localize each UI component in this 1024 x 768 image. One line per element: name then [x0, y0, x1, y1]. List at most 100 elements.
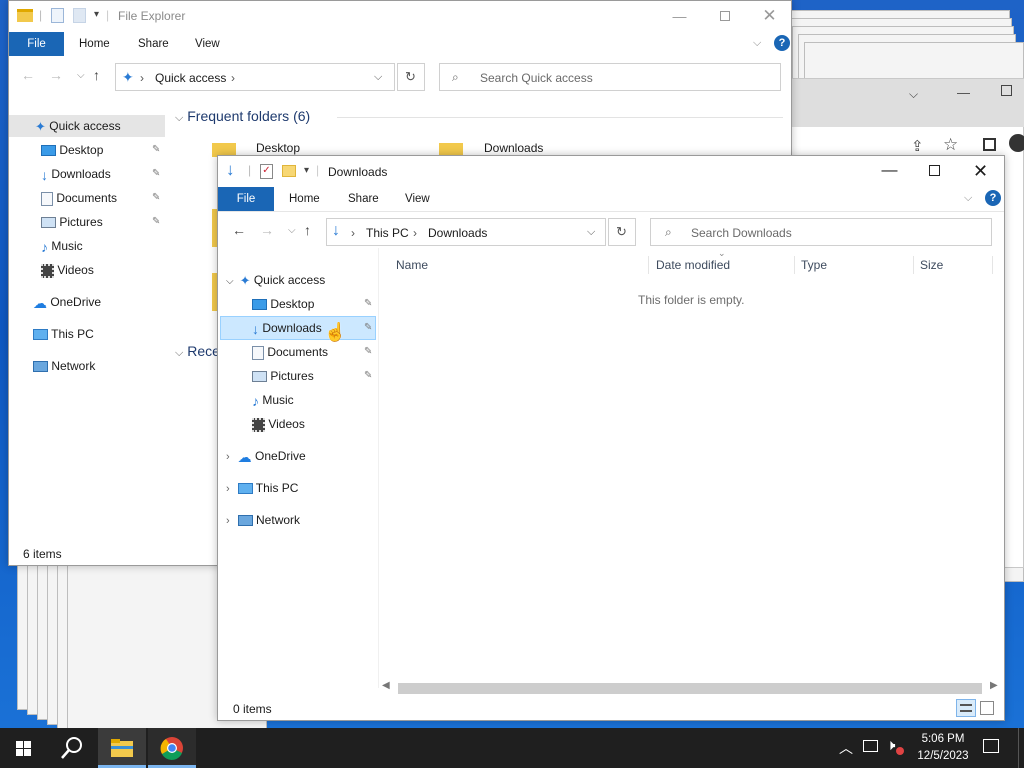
- pin-icon[interactable]: ✎: [364, 370, 372, 381]
- pin-icon[interactable]: ✎: [152, 192, 160, 203]
- chevron-down-icon[interactable]: ⌵: [226, 276, 234, 287]
- recent-locations-icon[interactable]: ⌵: [288, 225, 296, 236]
- maximize-button[interactable]: [912, 156, 957, 186]
- properties-icon[interactable]: ✓: [260, 164, 273, 179]
- pane-divider[interactable]: [378, 248, 379, 688]
- notification-center-icon[interactable]: [983, 739, 999, 753]
- tab-file[interactable]: File: [9, 32, 64, 56]
- tab-share[interactable]: Share: [336, 187, 391, 211]
- search-button[interactable]: [48, 728, 96, 768]
- up-arrow-icon[interactable]: ↑: [304, 222, 311, 238]
- horizontal-scrollbar[interactable]: ◀ ▶: [380, 680, 1002, 697]
- nav-item-downloads[interactable]: ↓ Downloads: [41, 163, 111, 185]
- scroll-left-icon[interactable]: ◀: [382, 680, 390, 691]
- scroll-right-icon[interactable]: ▶: [990, 680, 998, 691]
- nav-item-documents[interactable]: Documents: [41, 187, 117, 209]
- details-view-button[interactable]: [956, 699, 976, 717]
- nav-item-network[interactable]: Network: [33, 355, 95, 377]
- chevron-right-icon[interactable]: ›: [226, 483, 230, 495]
- minimize-button[interactable]: —: [657, 1, 702, 31]
- refresh-button[interactable]: ↻: [608, 218, 636, 246]
- column-divider[interactable]: [992, 256, 993, 274]
- nav-item-quick-access[interactable]: ⌵ ✦ Quick access: [226, 269, 325, 291]
- column-divider[interactable]: [913, 256, 914, 274]
- column-header-size[interactable]: Size: [920, 254, 943, 276]
- share-icon[interactable]: ⇪: [911, 137, 924, 155]
- quick-access-dropdown-icon[interactable]: ▾: [304, 165, 309, 176]
- frequent-folder-desktop[interactable]: Desktop: [256, 141, 300, 155]
- address-bar[interactable]: ↓ › This PC › Downloads ⌵: [326, 218, 606, 246]
- pin-icon[interactable]: ✎: [152, 144, 160, 155]
- back-arrow-icon[interactable]: ←: [232, 222, 246, 238]
- frequent-folder-downloads[interactable]: Downloads: [484, 141, 543, 155]
- minimize-button[interactable]: —: [867, 156, 912, 186]
- recent-files-header[interactable]: ⌵ Rece: [175, 343, 220, 360]
- show-desktop-button[interactable]: [1018, 728, 1024, 768]
- taskbar-file-explorer[interactable]: [98, 728, 146, 768]
- recent-locations-icon[interactable]: ⌵: [77, 70, 85, 81]
- quick-access-dropdown-icon[interactable]: ▾: [94, 9, 99, 20]
- nav-item-this-pc[interactable]: › This PC: [226, 477, 298, 499]
- chevron-down-icon[interactable]: ⌵: [909, 87, 918, 102]
- tab-view[interactable]: View: [393, 187, 442, 211]
- sidebar-icon[interactable]: [983, 138, 996, 151]
- close-button[interactable]: ✕: [958, 156, 1003, 186]
- address-dropdown-icon[interactable]: ⌵: [587, 226, 595, 239]
- help-icon[interactable]: ?: [774, 35, 790, 51]
- pin-icon[interactable]: ✎: [364, 346, 372, 357]
- frequent-folders-header[interactable]: ⌵ Frequent folders (6): [175, 108, 310, 125]
- pin-icon[interactable]: ✎: [152, 168, 160, 179]
- nav-item-videos[interactable]: Videos: [41, 259, 94, 281]
- maximize-icon[interactable]: [1001, 85, 1012, 96]
- nav-item-music[interactable]: ♪ Music: [252, 389, 294, 411]
- back-arrow-icon[interactable]: ←: [21, 67, 35, 83]
- close-button[interactable]: ✕: [747, 1, 792, 31]
- avatar[interactable]: [1009, 134, 1024, 152]
- tab-view[interactable]: View: [183, 32, 232, 56]
- nav-item-desktop[interactable]: Desktop: [41, 139, 103, 161]
- nav-item-this-pc[interactable]: This PC: [33, 323, 94, 345]
- ribbon-expand-icon[interactable]: ⌵: [753, 37, 761, 50]
- minimize-icon[interactable]: —: [957, 85, 970, 100]
- breadcrumb-this-pc[interactable]: This PC: [366, 226, 409, 240]
- breadcrumb-quick-access[interactable]: Quick access: [155, 71, 226, 85]
- network-status-icon[interactable]: [863, 740, 878, 752]
- tab-file[interactable]: File: [218, 187, 274, 211]
- properties-icon[interactable]: [51, 8, 64, 23]
- clock-time[interactable]: 5:06 PM: [913, 733, 973, 745]
- pin-icon[interactable]: ✎: [364, 298, 372, 309]
- forward-arrow-icon[interactable]: →: [260, 222, 274, 238]
- nav-item-quick-access[interactable]: ✦ Quick access: [35, 115, 121, 137]
- column-header-date-modified[interactable]: Date modified: [656, 254, 730, 276]
- nav-item-videos[interactable]: Videos: [252, 413, 305, 435]
- tab-share[interactable]: Share: [126, 32, 181, 56]
- star-bookmark-icon[interactable]: ☆: [943, 135, 958, 155]
- forward-arrow-icon[interactable]: →: [49, 67, 63, 83]
- tab-home[interactable]: Home: [67, 32, 122, 56]
- up-arrow-icon[interactable]: ↑: [93, 67, 100, 83]
- file-explorer-window-downloads[interactable]: ↓ | ✓ ▾ | Downloads — ✕ File Home Share …: [217, 155, 1005, 721]
- tab-home[interactable]: Home: [277, 187, 332, 211]
- nav-item-music[interactable]: ♪ Music: [41, 235, 83, 257]
- clock-date[interactable]: 12/5/2023: [913, 750, 973, 762]
- title-bar[interactable]: ↓ | ✓ ▾ | Downloads — ✕: [218, 156, 1004, 186]
- breadcrumb-downloads[interactable]: Downloads: [428, 226, 487, 240]
- start-button[interactable]: [0, 728, 48, 768]
- search-input[interactable]: ⌕ Search Downloads: [650, 218, 992, 246]
- nav-item-pictures[interactable]: Pictures: [41, 211, 103, 233]
- help-icon[interactable]: ?: [985, 190, 1001, 206]
- refresh-button[interactable]: ↻: [397, 63, 425, 91]
- chevron-right-icon[interactable]: ›: [226, 515, 230, 527]
- address-bar[interactable]: ✦ › Quick access › ⌵: [115, 63, 395, 91]
- address-dropdown-icon[interactable]: ⌵: [374, 71, 382, 84]
- new-folder-icon[interactable]: [282, 165, 296, 177]
- title-bar[interactable]: | ▾ | File Explorer — ✕: [9, 1, 791, 31]
- column-header-type[interactable]: Type: [801, 254, 827, 276]
- nav-item-documents[interactable]: Documents: [252, 341, 328, 363]
- nav-item-desktop[interactable]: Desktop: [252, 293, 314, 315]
- large-icons-view-button[interactable]: [980, 701, 994, 715]
- pin-icon[interactable]: ✎: [364, 322, 372, 333]
- scrollbar-thumb[interactable]: [398, 683, 982, 694]
- volume-icon[interactable]: 🕨: [886, 737, 895, 754]
- new-folder-icon[interactable]: [73, 8, 86, 23]
